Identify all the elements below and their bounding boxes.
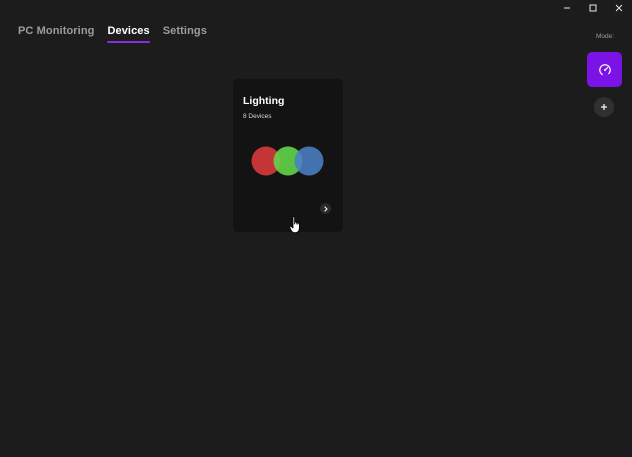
maximize-icon bbox=[589, 4, 597, 12]
current-mode-button[interactable] bbox=[587, 52, 622, 87]
main-tabs: PC Monitoring Devices Settings bbox=[18, 25, 207, 43]
card-title: Lighting bbox=[243, 95, 285, 107]
plus-icon bbox=[601, 104, 607, 110]
performance-dial-icon bbox=[598, 63, 611, 76]
add-mode-button[interactable] bbox=[594, 97, 614, 117]
minimize-button[interactable] bbox=[554, 0, 580, 16]
minimize-icon bbox=[564, 7, 570, 9]
tab-pc-monitoring[interactable]: PC Monitoring bbox=[18, 25, 94, 43]
open-device-button[interactable] bbox=[320, 203, 331, 214]
chevron-right-icon bbox=[323, 205, 328, 212]
tab-devices[interactable]: Devices bbox=[107, 25, 151, 43]
tab-settings[interactable]: Settings bbox=[163, 25, 207, 43]
device-count: 8 Devices bbox=[243, 113, 272, 120]
app-window: PC Monitoring Devices Settings Mode: Lig… bbox=[0, 0, 632, 457]
close-button[interactable] bbox=[606, 0, 632, 16]
lighting-device-card[interactable]: Lighting 8 Devices bbox=[233, 79, 343, 232]
window-controls bbox=[554, 0, 632, 16]
rgb-circles-icon bbox=[251, 146, 324, 176]
mode-label: Mode: bbox=[595, 33, 615, 40]
close-icon bbox=[615, 4, 623, 12]
maximize-button[interactable] bbox=[580, 0, 606, 16]
